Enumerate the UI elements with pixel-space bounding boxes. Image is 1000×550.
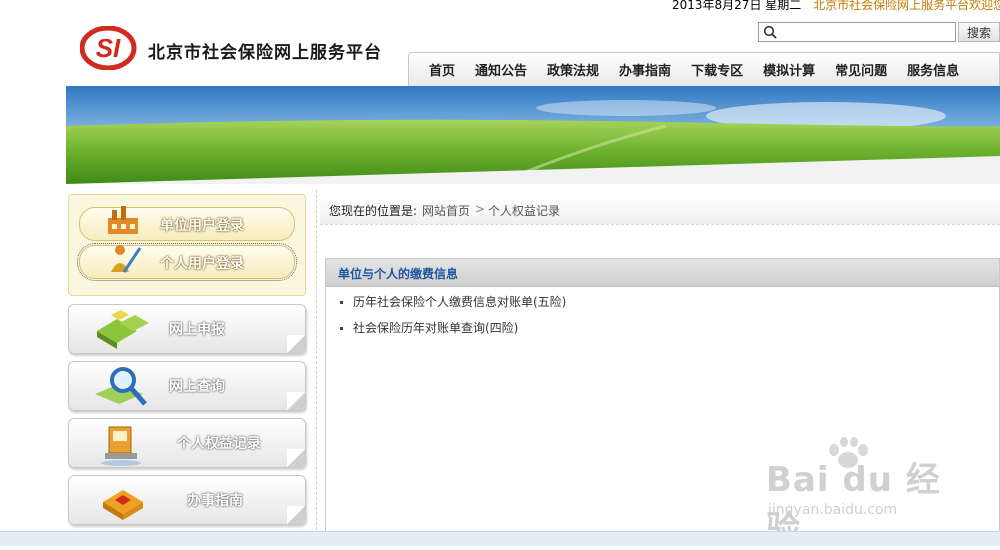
login-panel: 单位用户登录 个人用户登录 [68,194,306,296]
breadcrumb-separator: > [475,202,486,216]
current-date: 2013年8月27日 星期二 [672,0,802,12]
grassland-banner [66,86,1000,184]
si-logo-icon: SI [80,26,137,70]
page-fold [287,392,305,410]
bullet-icon [340,301,343,304]
menu-online-query[interactable]: 网上查询 [68,361,306,411]
guide-box-icon [103,490,143,520]
search-input[interactable] [758,22,956,42]
search-icon [763,25,777,39]
breadcrumb-label: 您现在的位置是: [329,204,418,218]
link-text: 历年社会保险个人缴费信息对账单(五险) [353,295,567,309]
unit-login-button[interactable]: 单位用户登录 [79,206,295,241]
header: SI 北京市社会保险网上服务平台 搜索 首页 通知公告 政策法规 办事指南 下载… [66,12,1000,86]
nav-downloads[interactable]: 下载专区 [681,60,753,79]
breadcrumb-home-link[interactable]: 网站首页 [422,202,470,219]
menu-personal-record-label: 个人权益记录 [177,436,261,452]
page-fold [287,335,305,353]
nav-policies[interactable]: 政策法规 [537,60,609,79]
panel-header: 单位与个人的缴费信息 [326,259,999,287]
personal-login-button[interactable]: 个人用户登录 [77,243,297,281]
statement-four-insurance-link[interactable]: 社会保险历年对账单查询(四险) [340,319,518,336]
factory-icon [108,206,138,234]
main-nav: 首页 通知公告 政策法规 办事指南 下载专区 模拟计算 常见问题 服务信息 [408,52,1000,86]
baidu-watermark: Bai du 经验 jingyan.baidu.com [766,436,950,549]
menu-online-declare[interactable]: 网上申报 [68,304,306,354]
person-pen-icon [111,245,142,273]
menu-service-guide[interactable]: 办事指南 [68,475,306,525]
menu-online-declare-label: 网上申报 [169,322,225,338]
menu-online-query-label: 网上查询 [169,379,225,395]
menu-personal-record[interactable]: 个人权益记录 [68,418,306,468]
breadcrumb-current: 个人权益记录 [488,204,561,218]
unit-login-label: 单位用户登录 [160,218,244,234]
watermark-url: jingyan.baidu.com [768,502,898,518]
page-fold [287,449,305,467]
link-text: 社会保险历年对账单查询(四险) [353,321,519,335]
panel-title: 单位与个人的缴费信息 [338,267,459,281]
magnifier-icon [95,367,147,406]
column-divider [316,190,317,535]
page-fold [287,506,305,524]
left-sidebar: 单位用户登录 个人用户登录 网上申报 网上查询 个人权益记录 办事指南 [66,186,316,531]
search-area: 搜索 [758,22,1000,42]
search-button[interactable]: 搜索 [958,22,1000,42]
breadcrumb: 您现在的位置是: 网站首页 > 个人权益记录 [320,196,1000,225]
nav-service-info[interactable]: 服务信息 [897,60,969,79]
personal-login-label: 个人用户登录 [160,256,244,272]
svg-text:SI: SI [96,33,121,63]
statement-five-insurance-link[interactable]: 历年社会保险个人缴费信息对账单(五险) [340,293,566,310]
nav-home[interactable]: 首页 [419,60,465,79]
nav-notices[interactable]: 通知公告 [465,60,537,79]
office-buildings-icon [97,310,149,349]
site-name: 北京市社会保险网上服务平台 [148,43,382,63]
nav-calculator[interactable]: 模拟计算 [753,60,825,79]
menu-service-guide-label: 办事指南 [187,493,243,509]
computer-icon [101,426,141,466]
bullet-icon [340,327,343,330]
welcome-marquee: 北京市社会保险网上服务平台欢迎您! [813,0,1000,12]
nav-faq[interactable]: 常见问题 [825,60,897,79]
bottom-status-bar [0,531,1000,546]
nav-guide[interactable]: 办事指南 [609,60,681,79]
